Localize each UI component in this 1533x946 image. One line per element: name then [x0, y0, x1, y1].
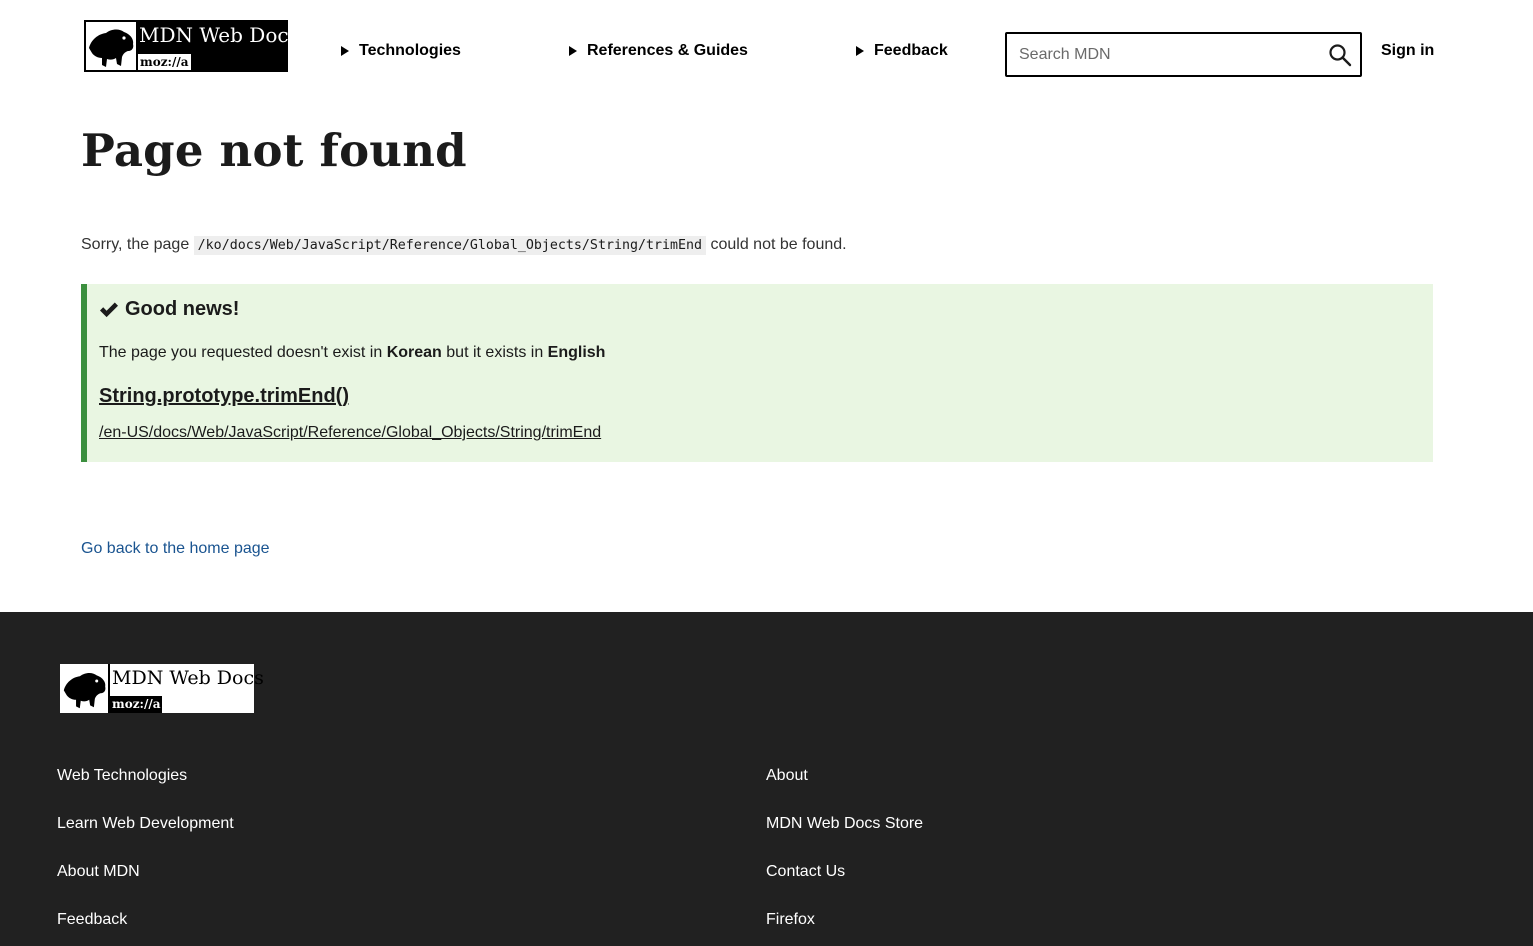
footer-link-web-technologies[interactable]: Web Technologies: [57, 767, 187, 785]
footer-link-feedback[interactable]: Feedback: [57, 911, 127, 929]
site-header: MDN Web Docs moz://a Technologies Refere…: [0, 0, 1533, 100]
notice-heading-text: Good news!: [125, 298, 240, 320]
not-found-prefix: Sorry, the page: [81, 236, 190, 253]
nav-feedback[interactable]: Feedback: [856, 42, 948, 60]
not-found-message: Sorry, the page /ko/docs/Web/JavaScript/…: [81, 236, 847, 255]
notice-message-part-1: The page you requested doesn't exist in: [99, 344, 383, 361]
not-found-suffix: could not be found.: [710, 236, 847, 253]
notice-message-part-2: but it exists in: [446, 344, 544, 361]
triangle-right-icon: [856, 46, 864, 56]
checkmark-icon: [100, 302, 118, 317]
site-footer: MDN Web Docs moz://a Web Technologies Le…: [0, 612, 1533, 946]
footer-link-firefox[interactable]: Firefox: [766, 911, 815, 929]
english-page-title-link[interactable]: String.prototype.trimEnd(): [99, 385, 349, 408]
notice-message: The page you requested doesn't exist in …: [99, 344, 605, 362]
footer-link-contact-us[interactable]: Contact Us: [766, 863, 845, 881]
dinosaur-logo-icon: [61, 665, 108, 712]
footer-link-store[interactable]: MDN Web Docs Store: [766, 815, 923, 833]
good-news-notice: Good news! The page you requested doesn'…: [81, 284, 1433, 462]
footer-mozilla-wordmark-text: moz://a: [112, 697, 161, 711]
footer-logo-brand-text: MDN Web Docs: [112, 667, 264, 689]
missing-path: /ko/docs/Web/JavaScript/Reference/Global…: [193, 236, 707, 255]
triangle-right-icon: [569, 46, 577, 56]
page-title: Page not found: [81, 124, 467, 177]
triangle-right-icon: [341, 46, 349, 56]
dinosaur-logo-icon: [86, 22, 136, 70]
language-from: Korean: [386, 344, 442, 361]
mozilla-wordmark-text: moz://a: [140, 55, 189, 69]
language-to: English: [547, 344, 606, 361]
nav-feedback-label: Feedback: [874, 42, 948, 59]
footer-link-about[interactable]: About: [766, 767, 808, 785]
footer-mdn-logo[interactable]: MDN Web Docs moz://a: [60, 664, 264, 713]
nav-references-guides-label: References & Guides: [587, 42, 748, 59]
sign-in-link[interactable]: Sign in: [1381, 42, 1434, 60]
search-icon[interactable]: [1328, 43, 1352, 67]
nav-technologies-label: Technologies: [359, 42, 461, 59]
search-box: [1005, 32, 1362, 77]
mozilla-wordmark: moz://a: [138, 54, 191, 70]
footer-link-about-mdn[interactable]: About MDN: [57, 863, 140, 881]
mdn-logo[interactable]: MDN Web Docs moz://a: [84, 20, 299, 72]
nav-technologies[interactable]: Technologies: [341, 42, 461, 60]
search-input[interactable]: [1019, 34, 1319, 75]
home-page-link[interactable]: Go back to the home page: [81, 540, 270, 558]
footer-link-learn-web-development[interactable]: Learn Web Development: [57, 815, 234, 833]
footer-mozilla-wordmark: moz://a: [110, 696, 162, 713]
nav-references-guides[interactable]: References & Guides: [569, 42, 748, 60]
notice-heading: Good news!: [99, 298, 239, 321]
logo-brand-text: MDN Web Docs: [139, 23, 299, 47]
english-page-url-link[interactable]: /en-US/docs/Web/JavaScript/Reference/Glo…: [99, 424, 601, 442]
